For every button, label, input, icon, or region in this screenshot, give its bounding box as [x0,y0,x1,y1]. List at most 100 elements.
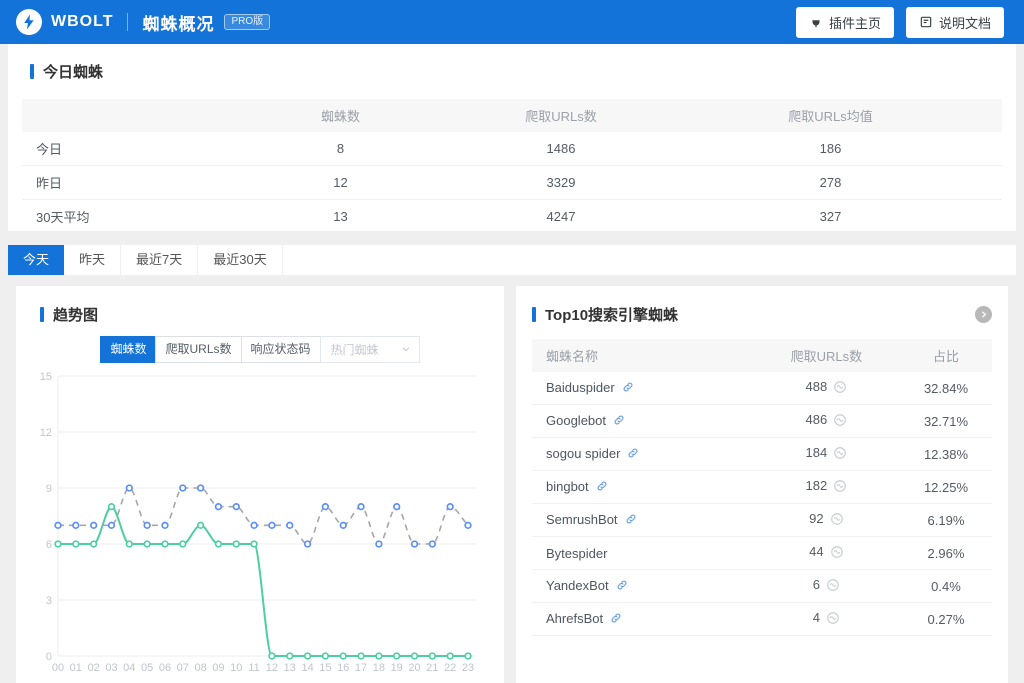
svg-text:15: 15 [319,662,331,674]
hot-spider-select-value: 热门蜘蛛 [331,341,379,358]
table-row: 今日81486186 [22,132,1002,166]
spider-percent-cell: 0.4% [900,570,992,603]
spider-name: SemrushBot [546,512,618,527]
tab-period-3[interactable]: 最近30天 [198,245,282,275]
svg-text:13: 13 [284,662,296,674]
spider-urls-value: 488 [806,379,828,394]
col-crawled-urls: 爬取URLs数 [753,339,900,372]
spider-urls-cell: 44 [753,537,900,570]
spider-urls-value: 182 [806,478,828,493]
chevron-down-icon [401,343,411,357]
spider-name-cell: sogou spider [532,438,753,471]
external-link-icon[interactable] [625,513,637,528]
top10-table-header: 蜘蛛名称 爬取URLs数 占比 [532,339,992,372]
svg-text:05: 05 [141,662,153,674]
svg-text:14: 14 [301,662,313,674]
svg-text:21: 21 [426,662,438,674]
trend-icon[interactable] [830,545,844,562]
trend-icon[interactable] [830,512,844,529]
svg-text:6: 6 [46,539,52,551]
trend-icon[interactable] [826,578,840,595]
spider-percent-cell: 12.25% [900,471,992,504]
spider-name: sogou spider [546,446,620,461]
svg-text:00: 00 [52,662,64,674]
spider-urls-cell: 184 [753,438,900,471]
plugin-home-button[interactable]: 插件主页 [796,7,894,38]
external-link-icon[interactable] [627,447,639,462]
spider-name-cell: Baiduspider [532,372,753,405]
svg-text:12: 12 [266,662,278,674]
table-row: 昨日123329278 [22,166,1002,200]
trend-chart: 0369121500010203040506070809101112131415… [32,367,488,679]
brand-name: WBOLT [51,13,113,31]
spider-percent-cell: 2.96% [900,537,992,570]
spider-row: Bytespider 442.96% [532,537,992,570]
external-link-icon[interactable] [610,612,622,627]
spider-name-cell: YandexBot [532,570,753,603]
trend-icon[interactable] [833,446,847,463]
spider-urls-cell: 4 [753,603,900,636]
header-divider [127,13,128,31]
expand-more-button[interactable] [975,306,992,323]
top10-title-text: Top10搜索引擎蜘蛛 [545,304,678,325]
trend-icon[interactable] [833,380,847,397]
trend-title-text: 趋势图 [53,304,98,325]
cell-urls: 3329 [463,166,659,200]
svg-text:3: 3 [46,595,52,607]
spider-name: Baiduspider [546,380,615,395]
tab-period-1[interactable]: 昨天 [64,245,121,275]
svg-text:16: 16 [337,662,349,674]
pro-badge: PRO版 [224,14,270,30]
spider-row: Googlebot48632.71% [532,405,992,438]
hot-spider-select[interactable]: 热门蜘蛛 [320,336,420,363]
app-header: WBOLT 蜘蛛概况 PRO版 插件主页 说明文档 [0,0,1024,44]
spider-name: Bytespider [546,546,607,561]
metric-button-spiders[interactable]: 蜘蛛数 [100,336,156,363]
today-table-header: 蜘蛛数 爬取URLs数 爬取URLs均值 [22,99,1002,132]
today-title-text: 今日蜘蛛 [43,61,103,82]
external-link-icon[interactable] [616,579,628,594]
external-link-icon[interactable] [622,381,634,396]
svg-text:19: 19 [391,662,403,674]
period-tabs: 今天昨天最近7天最近30天 [8,245,1016,275]
spider-percent-cell: 0.27% [900,603,992,636]
col-percent: 占比 [900,339,992,372]
top10-panel-title: Top10搜索引擎蜘蛛 [532,304,975,325]
spider-name-cell: Googlebot [532,405,753,438]
wbolt-logo-icon [16,9,42,35]
top10-table-body: Baiduspider48832.84%Googlebot48632.71%so… [532,372,992,636]
spider-row: AhrefsBot 40.27% [532,603,992,636]
docs-button[interactable]: 说明文档 [906,7,1004,38]
spider-name: YandexBot [546,578,609,593]
spider-urls-cell: 92 [753,504,900,537]
external-link-icon[interactable] [613,414,625,429]
spider-row: bingbot18212.25% [532,471,992,504]
spider-row: sogou spider18412.38% [532,438,992,471]
docs-label: 说明文档 [939,13,991,32]
title-accent-bar [30,64,34,79]
spider-name-cell: AhrefsBot [532,603,753,636]
row-label: 今日 [22,132,218,166]
trend-icon[interactable] [833,413,847,430]
svg-text:03: 03 [105,662,117,674]
trend-icon[interactable] [833,479,847,496]
title-accent-bar [532,307,536,322]
spider-name: AhrefsBot [546,611,603,626]
metric-button-urls[interactable]: 爬取URLs数 [155,336,241,363]
cell-spiders: 13 [218,200,463,234]
title-accent-bar [40,307,44,322]
cell-spiders: 8 [218,132,463,166]
trend-icon[interactable] [826,611,840,628]
spider-row: YandexBot 6 0.4% [532,570,992,603]
tab-period-2[interactable]: 最近7天 [121,245,198,275]
spider-percent-cell: 6.19% [900,504,992,537]
cell-avg: 186 [659,132,1002,166]
page-title: 蜘蛛概况 [142,10,214,35]
svg-text:04: 04 [123,662,135,674]
tab-period-0[interactable]: 今天 [8,245,64,275]
svg-text:18: 18 [373,662,385,674]
metric-button-status[interactable]: 响应状态码 [241,336,321,363]
external-link-icon[interactable] [596,480,608,495]
spider-urls-cell: 486 [753,405,900,438]
spider-urls-value: 6 [813,577,820,592]
